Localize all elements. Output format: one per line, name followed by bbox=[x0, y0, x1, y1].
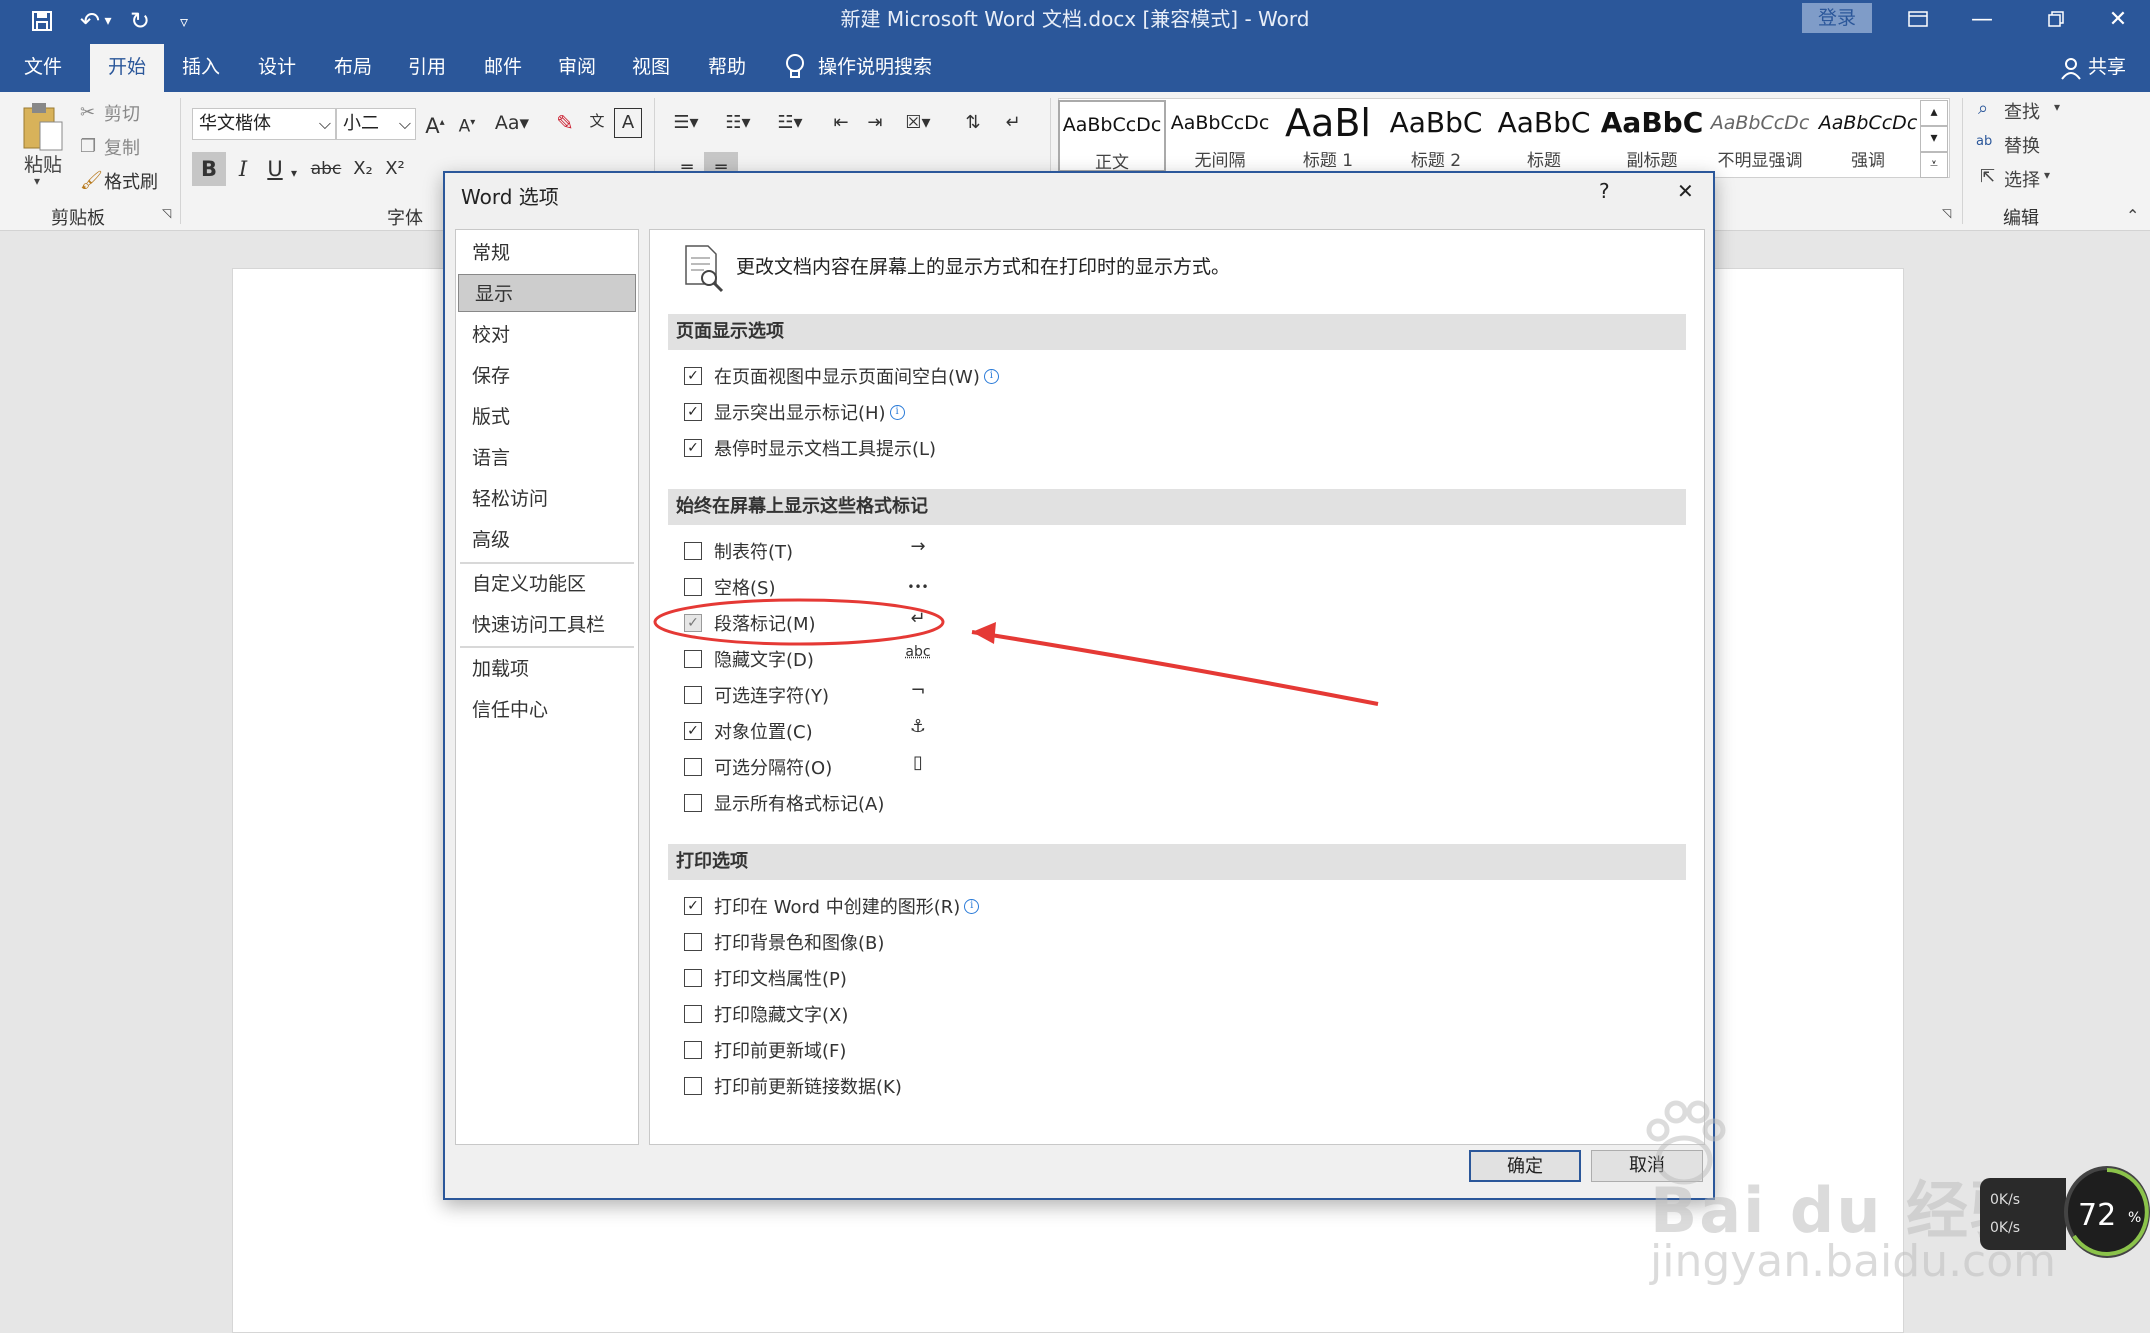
net-speed-widget: 0K/s 0K/s bbox=[1980, 1178, 2066, 1250]
net-upload: 0K/s bbox=[1990, 1192, 2020, 1208]
net-download: 0K/s bbox=[1990, 1220, 2020, 1236]
highlight-ellipse bbox=[655, 600, 943, 644]
annotation-overlay bbox=[0, 0, 2150, 1331]
cpu-gauge: 72 % bbox=[2064, 1166, 2150, 1258]
cpu-unit: % bbox=[2128, 1210, 2141, 1226]
pointer-arrow bbox=[972, 632, 1378, 704]
arrow-head bbox=[972, 622, 996, 644]
cpu-percent: 72 bbox=[2078, 1198, 2116, 1233]
